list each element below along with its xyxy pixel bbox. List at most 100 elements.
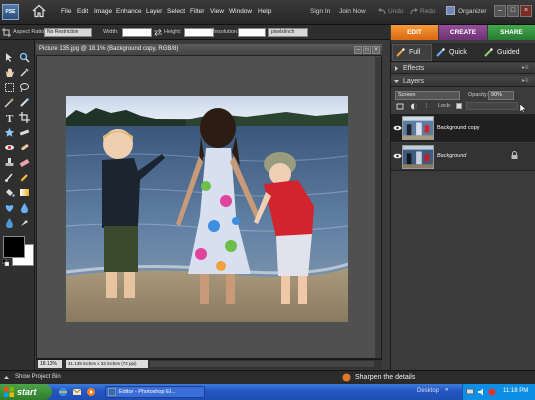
tab-quick[interactable]: Quick [449,44,467,61]
resolution-field[interactable] [238,28,266,37]
eye-icon[interactable] [393,153,402,159]
photo-canvas[interactable] [66,96,348,322]
redo-button[interactable]: Redo [420,8,436,15]
blur-tool-icon[interactable] [19,202,30,213]
layers-options-icon[interactable]: ▸≡ [522,77,529,84]
home-icon[interactable] [32,4,46,18]
email-icon[interactable] [72,387,82,397]
desktop-toolbar-label[interactable]: Desktop [417,388,439,394]
menu-filter[interactable]: Filter [190,8,204,15]
hand-tool-icon[interactable] [4,67,15,78]
type-tool-icon[interactable]: T [4,112,15,123]
lasso-tool-icon[interactable] [19,82,30,93]
organizer-button[interactable]: Organizer [458,8,487,15]
menu-window[interactable]: Window [229,8,252,15]
zoom-tool-icon[interactable] [19,52,30,63]
chevron-double-right-icon[interactable]: » [445,387,448,393]
doc-maximize-button[interactable]: □ [363,46,371,54]
vertical-scrollbar[interactable] [375,57,381,358]
crop-tool-preset-icon[interactable] [2,28,11,37]
eraser-tool-icon[interactable] [19,157,30,168]
undo-button[interactable]: Undo [388,8,404,15]
magic-wand-tool-icon[interactable] [4,97,15,108]
eyedropper-tool-icon[interactable] [19,67,30,78]
sponge-tool-icon[interactable] [4,217,15,228]
smudge-tool-icon[interactable] [19,217,30,228]
menu-select[interactable]: Select [167,8,185,15]
security-icon[interactable] [488,388,496,396]
blend-mode-select[interactable]: Screen [395,91,460,100]
aspect-ratio-select[interactable]: No Restriction [44,28,92,37]
doc-minimize-button[interactable]: – [354,46,362,54]
undo-icon [378,8,386,15]
sign-in-link[interactable]: Sign In [310,8,330,15]
show-project-bin-button[interactable]: Show Project Bin [15,374,61,380]
doc-close-button[interactable]: × [372,46,380,54]
maximize-button[interactable]: □ [507,5,519,17]
panel-options-icon[interactable]: ▸≡ [522,64,529,71]
taskbar-item-editor[interactable]: Editor - Photoshop El... [105,386,205,398]
lock-icon [511,151,518,159]
marquee-tool-icon[interactable] [4,82,15,93]
menu-image[interactable]: Image [94,8,112,15]
tab-share[interactable]: SHARE [488,25,535,41]
lock-all-button[interactable] [466,102,518,110]
straighten-tool-icon[interactable] [19,127,30,138]
healing-brush-tool-icon[interactable] [19,142,30,153]
menu-help[interactable]: Help [258,8,271,15]
close-button[interactable]: × [520,5,532,17]
cookie-cutter-tool-icon[interactable] [4,127,15,138]
tab-guided[interactable]: Guided [497,44,520,61]
height-field[interactable] [184,28,214,37]
chevron-up-icon [4,376,9,379]
brush-tool-icon[interactable] [4,172,15,183]
clone-stamp-tool-icon[interactable] [4,157,15,168]
hint-text: Sharpen the details [355,374,416,381]
layer-name[interactable]: Background [437,153,466,159]
horizontal-scrollbar[interactable] [150,361,374,367]
default-colors-icon[interactable] [2,259,9,266]
menu-file[interactable]: File [61,8,71,15]
media-icon[interactable] [86,387,96,397]
swap-icon[interactable] [154,29,162,36]
zoom-level-field[interactable]: 18.13% [38,360,62,368]
gradient-tool-icon[interactable] [19,187,30,198]
tab-full-label: Full [409,49,421,56]
cursor-arrow-icon [520,104,527,114]
width-field[interactable] [122,28,152,37]
pencil-tool-icon[interactable] [19,172,30,183]
effects-panel-header[interactable]: Effects [391,63,535,74]
opacity-label: Opacity: [468,92,489,98]
eye-icon[interactable] [393,125,402,131]
shape-tool-icon[interactable] [4,202,15,213]
new-layer-icon[interactable] [396,103,404,110]
browser-icon[interactable] [58,387,68,397]
chevron-right-icon [395,66,398,71]
layers-panel-header[interactable]: Layers [391,76,535,87]
menu-edit[interactable]: Edit [77,8,88,15]
move-tool-icon[interactable] [4,52,15,63]
join-now-link[interactable]: Join Now [339,8,366,15]
opacity-field[interactable]: 90% [488,91,514,100]
layer-thumbnail [402,116,434,140]
chevron-down-icon [394,80,399,83]
selection-brush-tool-icon[interactable] [19,97,30,108]
menu-view[interactable]: View [210,8,224,15]
red-eye-tool-icon[interactable] [4,142,15,153]
menu-layer[interactable]: Layer [146,8,162,15]
crop-tool-icon[interactable] [19,112,30,123]
lock-transparency-checkbox[interactable] [456,103,462,109]
volume-icon[interactable] [477,388,485,396]
resolution-unit-select[interactable]: pixels/inch [268,28,308,37]
tab-create[interactable]: CREATE [439,25,487,41]
tab-edit[interactable]: EDIT [391,25,438,41]
paint-bucket-tool-icon[interactable] [4,187,15,198]
adjustment-layer-icon[interactable] [410,103,418,110]
network-icon[interactable] [466,388,474,396]
layer-name[interactable]: Background copy [437,125,480,131]
foreground-color-swatch[interactable] [3,236,25,258]
windows-logo-icon [4,387,14,397]
menu-enhance[interactable]: Enhance [116,8,142,15]
pse-taskbar-icon [108,388,116,396]
minimize-button[interactable]: – [494,5,506,17]
